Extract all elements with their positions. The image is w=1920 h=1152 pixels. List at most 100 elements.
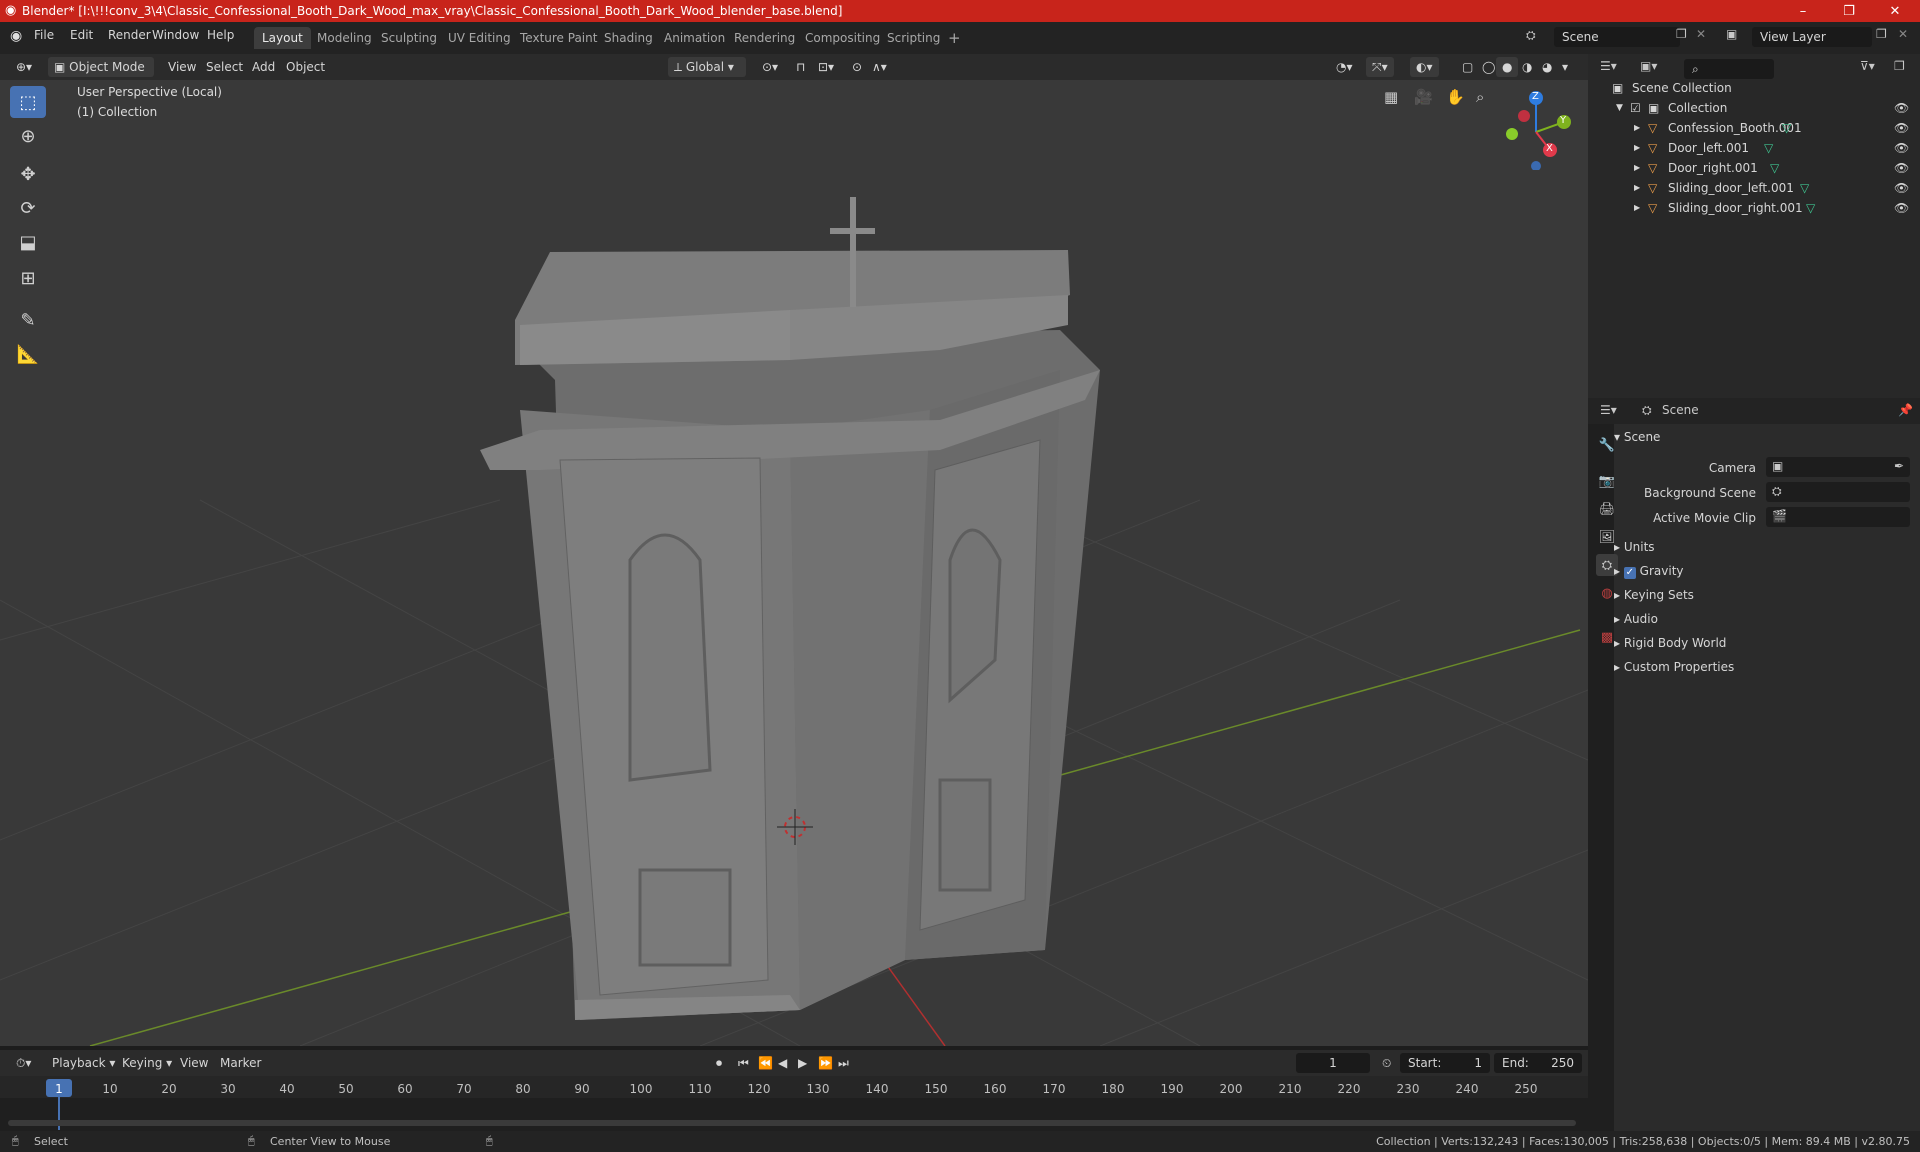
- rotate-tool-icon[interactable]: ⟳: [10, 192, 46, 224]
- outliner-row-object[interactable]: ▶ ▽ Door_left.001 ▽ 👁: [1588, 138, 1920, 158]
- minimize-button[interactable]: –: [1780, 0, 1826, 22]
- navigation-gizmo[interactable]: Z Y X: [1494, 86, 1578, 171]
- visibility-icon[interactable]: ◔▾: [1330, 57, 1359, 77]
- move-tool-icon[interactable]: ✥: [10, 158, 46, 190]
- timeline-menu-keying[interactable]: Keying ▾: [116, 1053, 178, 1073]
- tab-compositing[interactable]: Compositing: [797, 27, 888, 49]
- timeline-menu-playback[interactable]: Playback ▾: [46, 1053, 121, 1073]
- eye-icon[interactable]: 👁: [1894, 138, 1909, 158]
- close-button[interactable]: ✕: [1872, 0, 1918, 22]
- falloff-icon[interactable]: ∧▾: [866, 57, 893, 77]
- play-icon[interactable]: ▶: [792, 1053, 813, 1073]
- zoom-view-icon[interactable]: ⌕: [1476, 88, 1484, 106]
- scene-panel-header[interactable]: ▾ Scene: [1614, 427, 1914, 447]
- tab-uv-editing[interactable]: UV Editing: [440, 27, 519, 49]
- outliner-row-scene-collection[interactable]: ▣ Scene Collection: [1588, 78, 1920, 98]
- mesh-data-icon[interactable]: ▽: [1800, 178, 1809, 198]
- transform-tool-icon[interactable]: ⊞: [10, 262, 46, 294]
- outliner-row-object[interactable]: ▶ ▽ Confession_Booth.001 ▽ 👁: [1588, 118, 1920, 138]
- mode-selector[interactable]: ▣ Object Mode ▾: [48, 57, 154, 94]
- view-layer-selector[interactable]: View Layer: [1752, 27, 1872, 47]
- mesh-data-icon[interactable]: ▽: [1782, 118, 1791, 138]
- collection-checkbox-icon[interactable]: ☑: [1630, 98, 1641, 118]
- current-frame-field[interactable]: 1: [1296, 1053, 1370, 1073]
- filter-icon[interactable]: ⊽▾: [1860, 59, 1875, 73]
- jump-end-icon[interactable]: ⏭: [832, 1053, 855, 1073]
- custom-properties-panel-header[interactable]: ▸ Custom Properties: [1614, 657, 1914, 677]
- menu-help[interactable]: Help: [207, 28, 234, 42]
- annotate-tool-icon[interactable]: ✎: [10, 304, 46, 336]
- delete-scene-icon[interactable]: ✕: [1696, 27, 1706, 41]
- gravity-panel-header[interactable]: ▸ ✓ Gravity: [1614, 561, 1914, 581]
- end-frame-field[interactable]: End: 250: [1494, 1053, 1582, 1073]
- camera-view-icon[interactable]: 🎥: [1414, 88, 1433, 106]
- camera-field[interactable]: ▣ ✒: [1766, 457, 1910, 477]
- new-scene-icon[interactable]: ❐: [1676, 27, 1687, 41]
- record-icon[interactable]: ⏺: [710, 1053, 728, 1073]
- timeline-menu-marker[interactable]: Marker: [214, 1053, 267, 1073]
- eyedropper-icon[interactable]: ✒: [1894, 459, 1904, 473]
- mesh-data-icon[interactable]: ▽: [1770, 158, 1779, 178]
- editor-type-icon[interactable]: ⊕▾: [10, 57, 38, 77]
- gravity-checkbox[interactable]: ✓: [1623, 567, 1636, 579]
- new-collection-icon[interactable]: ❐: [1894, 59, 1905, 73]
- shading-options-icon[interactable]: ▾: [1556, 57, 1574, 77]
- proportional-edit-icon[interactable]: ⊙: [846, 57, 868, 77]
- units-panel-header[interactable]: ▸ Units: [1614, 537, 1914, 557]
- blender-menu-icon[interactable]: ◉: [10, 28, 22, 44]
- timeline-editor-type-icon[interactable]: ⏱▾: [10, 1053, 37, 1073]
- scene-selector[interactable]: Scene: [1554, 27, 1680, 47]
- menu-window[interactable]: Window: [152, 28, 199, 42]
- outliner-row-object[interactable]: ▶ ▽ Door_right.001 ▽ 👁: [1588, 158, 1920, 178]
- toggle-view-grid-icon[interactable]: ▦: [1384, 88, 1398, 106]
- viewport-menu-select[interactable]: Select: [200, 57, 249, 77]
- expand-object-icon[interactable]: ▶: [1634, 138, 1640, 158]
- tab-layout[interactable]: Layout: [254, 27, 311, 49]
- viewport-menu-add[interactable]: Add: [246, 57, 281, 77]
- eye-icon[interactable]: 👁: [1894, 98, 1909, 118]
- active-movie-clip-field[interactable]: 🎬: [1766, 507, 1910, 527]
- mesh-data-icon[interactable]: ▽: [1764, 138, 1773, 158]
- outliner-row-object[interactable]: ▶ ▽ Sliding_door_left.001 ▽ 👁: [1588, 178, 1920, 198]
- transform-orientation-selector[interactable]: ⟂ Global ▾: [668, 57, 746, 77]
- tab-modeling[interactable]: Modeling: [309, 27, 380, 49]
- expand-object-icon[interactable]: ▶: [1634, 158, 1640, 178]
- render-tab-icon[interactable]: 📷: [1596, 470, 1618, 492]
- start-frame-field[interactable]: Start: 1: [1400, 1053, 1490, 1073]
- view-layer-icon[interactable]: ▣: [1726, 27, 1737, 41]
- outliner-row-collection[interactable]: ▼ ☑ ▣ Collection 👁: [1588, 98, 1920, 118]
- cursor-tool-icon[interactable]: ⊕: [10, 120, 46, 152]
- maximize-button[interactable]: ❐: [1826, 0, 1872, 22]
- eye-icon[interactable]: 👁: [1894, 198, 1909, 218]
- scene-browse-icon[interactable]: ⛭: [1526, 28, 1536, 43]
- pan-view-icon[interactable]: ✋: [1446, 88, 1465, 106]
- tab-sculpting[interactable]: Sculpting: [373, 27, 445, 49]
- display-mode-icon[interactable]: ▣▾: [1640, 59, 1657, 73]
- tab-shading[interactable]: Shading: [596, 27, 661, 49]
- output-tab-icon[interactable]: 🖨: [1596, 498, 1618, 520]
- keying-sets-panel-header[interactable]: ▸ Keying Sets: [1614, 585, 1914, 605]
- expand-object-icon[interactable]: ▶: [1634, 178, 1640, 198]
- expand-object-icon[interactable]: ▶: [1634, 118, 1640, 138]
- play-reverse-icon[interactable]: ◀: [772, 1053, 793, 1073]
- pin-icon[interactable]: 📌: [1898, 403, 1913, 417]
- eye-icon[interactable]: 👁: [1894, 178, 1909, 198]
- outliner-search-input[interactable]: ⌕: [1684, 59, 1774, 79]
- delete-view-layer-icon[interactable]: ✕: [1898, 27, 1908, 41]
- tab-animation[interactable]: Animation: [656, 27, 733, 49]
- tab-rendering[interactable]: Rendering: [726, 27, 803, 49]
- 3d-viewport[interactable]: User Perspective (Local) (1) Collection …: [0, 80, 1588, 1046]
- snap-target-icon[interactable]: ⊡▾: [812, 57, 840, 77]
- expand-object-icon[interactable]: ▶: [1634, 198, 1640, 218]
- scale-tool-icon[interactable]: ⬓: [10, 226, 46, 258]
- gizmo-toggle-icon[interactable]: ⤧▾: [1366, 57, 1394, 77]
- menu-file[interactable]: File: [34, 28, 54, 42]
- tab-texture-paint[interactable]: Texture Paint: [512, 27, 605, 49]
- outliner-row-object[interactable]: ▶ ▽ Sliding_door_right.001 ▽ 👁: [1588, 198, 1920, 218]
- viewport-menu-view[interactable]: View: [162, 57, 202, 77]
- eye-icon[interactable]: 👁: [1894, 118, 1909, 138]
- pivot-point-icon[interactable]: ⊙▾: [756, 57, 784, 77]
- measure-tool-icon[interactable]: 📐: [10, 338, 46, 370]
- select-box-tool-icon[interactable]: ⬚: [10, 86, 46, 118]
- mesh-data-icon[interactable]: ▽: [1806, 198, 1815, 218]
